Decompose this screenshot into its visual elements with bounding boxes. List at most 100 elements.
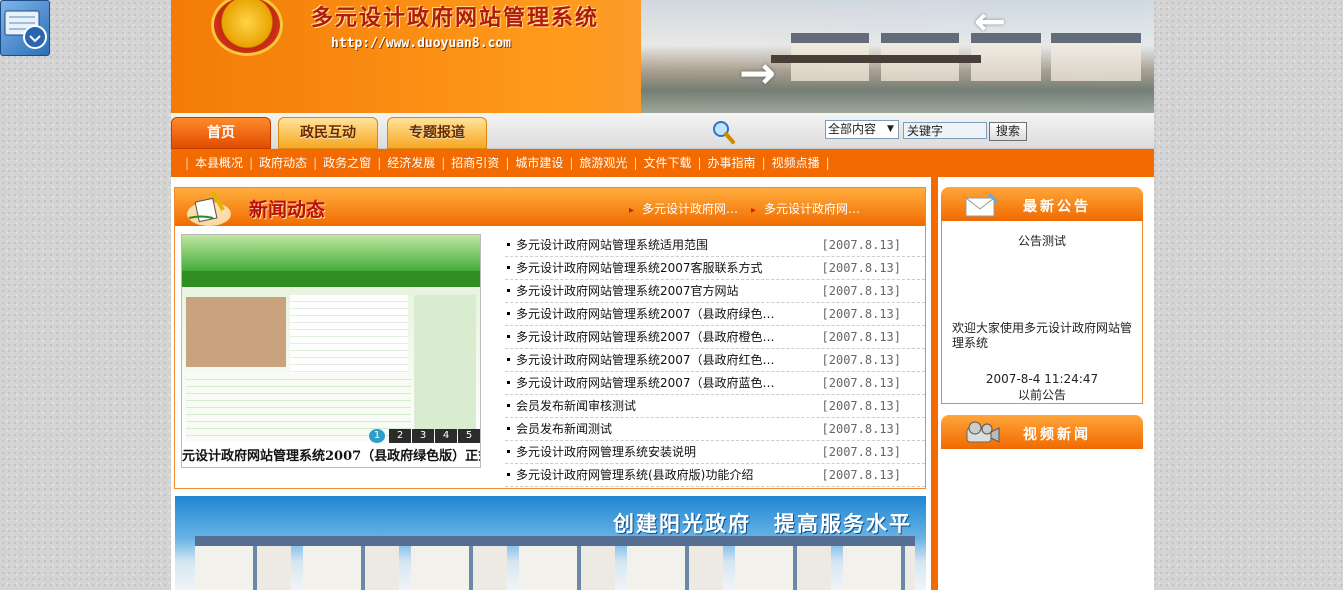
nav-link[interactable]: 旅游观光 bbox=[579, 149, 627, 177]
slide-dot[interactable]: 2 bbox=[389, 429, 411, 443]
national-emblem-logo bbox=[211, 0, 283, 56]
notice-title: 最新公告 bbox=[1023, 199, 1091, 215]
nav-link[interactable]: 政府动态 bbox=[259, 149, 307, 177]
news-item: 多元设计政府网站管理系统2007（县政府红色… [2007.8.13] bbox=[505, 349, 925, 372]
news-item: 多元设计政府网站管理系统2007客服联系方式 [2007.8.13] bbox=[505, 257, 925, 280]
portal-page: 多元设计政府网站管理系统 http://www.duoyuan8.com → ←… bbox=[171, 0, 1154, 590]
news-item-date: [2007.8.13] bbox=[821, 261, 901, 275]
nav-link[interactable]: 经济发展 bbox=[387, 149, 435, 177]
nav-separator: | bbox=[633, 156, 638, 170]
nav-link[interactable]: 政务之窗 bbox=[323, 149, 371, 177]
nav-item: 文件下载 | bbox=[643, 149, 707, 177]
nav-link[interactable]: 视频点播 bbox=[772, 149, 820, 177]
news-item: 会员发布新闻审核测试 [2007.8.13] bbox=[505, 395, 925, 418]
nav-link[interactable]: 办事指南 bbox=[708, 149, 756, 177]
news-quick-link[interactable]: 多元设计政府网… bbox=[629, 200, 738, 217]
nav-link[interactable]: 本县概况 bbox=[195, 149, 243, 177]
news-item: 多元设计政府网站管理系统2007官方网站 [2007.8.13] bbox=[505, 280, 925, 303]
news-item-date: [2007.8.13] bbox=[821, 238, 901, 252]
nav-item: 视频点播 | bbox=[772, 149, 836, 177]
nav-separator: | bbox=[249, 156, 254, 170]
nav-item: 办事指南 | bbox=[708, 149, 772, 177]
chevron-down-icon: ▼ bbox=[883, 121, 898, 138]
news-item-title[interactable]: 会员发布新闻测试 bbox=[516, 422, 612, 436]
column-divider bbox=[931, 177, 938, 590]
slide-caption[interactable]: 元设计政府网站管理系统2007（县政府绿色版）正式发 bbox=[182, 447, 480, 467]
news-item: 多元设计政府网管理系统(县政府版)功能介绍 [2007.8.13] bbox=[505, 464, 925, 487]
slide-dot[interactable]: 4 bbox=[435, 429, 457, 443]
pencil-notebook-icon bbox=[183, 188, 239, 229]
news-item-title[interactable]: 多元设计政府网管理系统安装说明 bbox=[516, 445, 696, 459]
scope-selected-value: 全部内容 bbox=[828, 122, 877, 136]
nav-item: 招商引资 | bbox=[451, 149, 515, 177]
nav-item: 城市建设 | bbox=[515, 149, 579, 177]
news-list: 多元设计政府网站管理系统适用范围 [2007.8.13] 多元设计政府网站管理系统2… bbox=[505, 234, 925, 487]
news-panel: 新闻动态 多元设计政府网… 多元设计政府网… 12345 元设计政府网站管理系统… bbox=[174, 187, 926, 489]
news-item-title[interactable]: 多元设计政府网站管理系统2007客服联系方式 bbox=[516, 261, 763, 275]
news-heading: 新闻动态 bbox=[249, 199, 326, 221]
notice-line[interactable]: 公告测试 bbox=[942, 232, 1142, 249]
notice-line[interactable]: 欢迎大家使用多元设计政府网站管理系统 bbox=[952, 321, 1137, 351]
nav-item: 政务之窗 | bbox=[323, 149, 387, 177]
tab-bar: 首页 政民互动 专题报道 全部内容 ▼ 搜索 bbox=[171, 113, 1154, 149]
news-quick-link[interactable]: 多元设计政府网… bbox=[751, 200, 860, 217]
news-item-title[interactable]: 多元设计政府网站管理系统2007（县政府绿色… bbox=[516, 307, 775, 321]
news-item: 多元设计政府网站管理系统2007（县政府蓝色… [2007.8.13] bbox=[505, 372, 925, 395]
nav-item: 旅游观光 | bbox=[579, 149, 643, 177]
slide-dot[interactable]: 1 bbox=[369, 429, 385, 443]
banner-photo bbox=[641, 0, 1154, 113]
main-column: 新闻动态 多元设计政府网… 多元设计政府网… 12345 元设计政府网站管理系统… bbox=[171, 177, 932, 590]
slogan-banner: 创建阳光政府 提高服务水平 bbox=[175, 496, 926, 590]
nav-item: 经济发展 | bbox=[387, 149, 451, 177]
older-notices-link[interactable]: 以前公告 bbox=[942, 386, 1142, 403]
search-scope-select[interactable]: 全部内容 ▼ bbox=[825, 120, 899, 139]
news-item-date: [2007.8.13] bbox=[821, 307, 901, 321]
site-banner: 多元设计政府网站管理系统 http://www.duoyuan8.com → ← bbox=[171, 0, 1154, 113]
news-item-date: [2007.8.13] bbox=[821, 422, 901, 436]
news-item-date: [2007.8.13] bbox=[821, 330, 901, 344]
news-item-title[interactable]: 多元设计政府网管理系统(县政府版)功能介绍 bbox=[516, 468, 753, 482]
notice-timestamp: 2007-8-4 11:24:47 bbox=[985, 372, 1099, 386]
news-item: 多元设计政府网管理系统安装说明 [2007.8.13] bbox=[505, 441, 925, 464]
main-nav: | 本县概况 | 政府动态 | 政务之窗 | 经济发展 | 招商引资 | 城市建设 | 旅游观光 | 文件下载… bbox=[171, 149, 1154, 177]
news-item-date: [2007.8.13] bbox=[821, 445, 901, 459]
nav-link[interactable]: 文件下载 bbox=[643, 149, 691, 177]
news-item-date: [2007.8.13] bbox=[821, 399, 901, 413]
slogan-text: 创建阳光政府 提高服务水平 bbox=[613, 512, 912, 536]
tab-interaction[interactable]: 政民互动 bbox=[278, 117, 378, 149]
news-item-title[interactable]: 多元设计政府网站管理系统2007（县政府蓝色… bbox=[516, 376, 775, 390]
next-arrow-icon[interactable]: → bbox=[739, 52, 776, 96]
news-slideshow[interactable]: 12345 元设计政府网站管理系统2007（县政府绿色版）正式发 bbox=[181, 234, 481, 468]
nav-item: 本县概况 | bbox=[195, 149, 259, 177]
nav-link[interactable]: 招商引资 bbox=[451, 149, 499, 177]
news-header: 新闻动态 多元设计政府网… 多元设计政府网… bbox=[175, 188, 925, 226]
nav-separator: | bbox=[185, 156, 190, 170]
video-box: 视频新闻 bbox=[941, 415, 1143, 449]
news-item-title[interactable]: 多元设计政府网站管理系统适用范围 bbox=[516, 238, 708, 252]
nav-item: 政府动态 | bbox=[259, 149, 323, 177]
news-item-title[interactable]: 多元设计政府网站管理系统2007官方网站 bbox=[516, 284, 739, 298]
slide-dot[interactable]: 5 bbox=[458, 429, 480, 443]
sidebar: 最新公告 公告测试 欢迎大家使用多元设计政府网站管理系统 2007-8-4 11… bbox=[938, 177, 1154, 590]
news-item-date: [2007.8.13] bbox=[821, 353, 901, 367]
prev-arrow-icon[interactable]: ← bbox=[974, 2, 1006, 40]
magnifier-icon bbox=[711, 119, 735, 148]
notice-body: 公告测试 欢迎大家使用多元设计政府网站管理系统 2007-8-4 11:24:4… bbox=[941, 221, 1143, 404]
news-item-date: [2007.8.13] bbox=[821, 468, 901, 482]
news-item-title[interactable]: 多元设计政府网站管理系统2007（县政府橙色… bbox=[516, 330, 775, 344]
nav-separator: | bbox=[313, 156, 318, 170]
tab-special-reports[interactable]: 专题报道 bbox=[387, 117, 487, 149]
news-item-title[interactable]: 会员发布新闻审核测试 bbox=[516, 399, 636, 413]
news-item-date: [2007.8.13] bbox=[821, 376, 901, 390]
tab-home[interactable]: 首页 bbox=[171, 117, 271, 149]
slide-image[interactable] bbox=[182, 235, 480, 445]
site-url: http://www.duoyuan8.com bbox=[331, 36, 512, 51]
network-globe-icon[interactable] bbox=[0, 0, 50, 56]
nav-separator: | bbox=[761, 156, 766, 170]
search-button[interactable]: 搜索 bbox=[989, 122, 1027, 141]
site-title: 多元设计政府网站管理系统 bbox=[311, 6, 600, 31]
news-item-title[interactable]: 多元设计政府网站管理系统2007（县政府红色… bbox=[516, 353, 775, 367]
keyword-input[interactable] bbox=[903, 122, 987, 139]
slide-dot[interactable]: 3 bbox=[412, 429, 434, 443]
nav-link[interactable]: 城市建设 bbox=[515, 149, 563, 177]
